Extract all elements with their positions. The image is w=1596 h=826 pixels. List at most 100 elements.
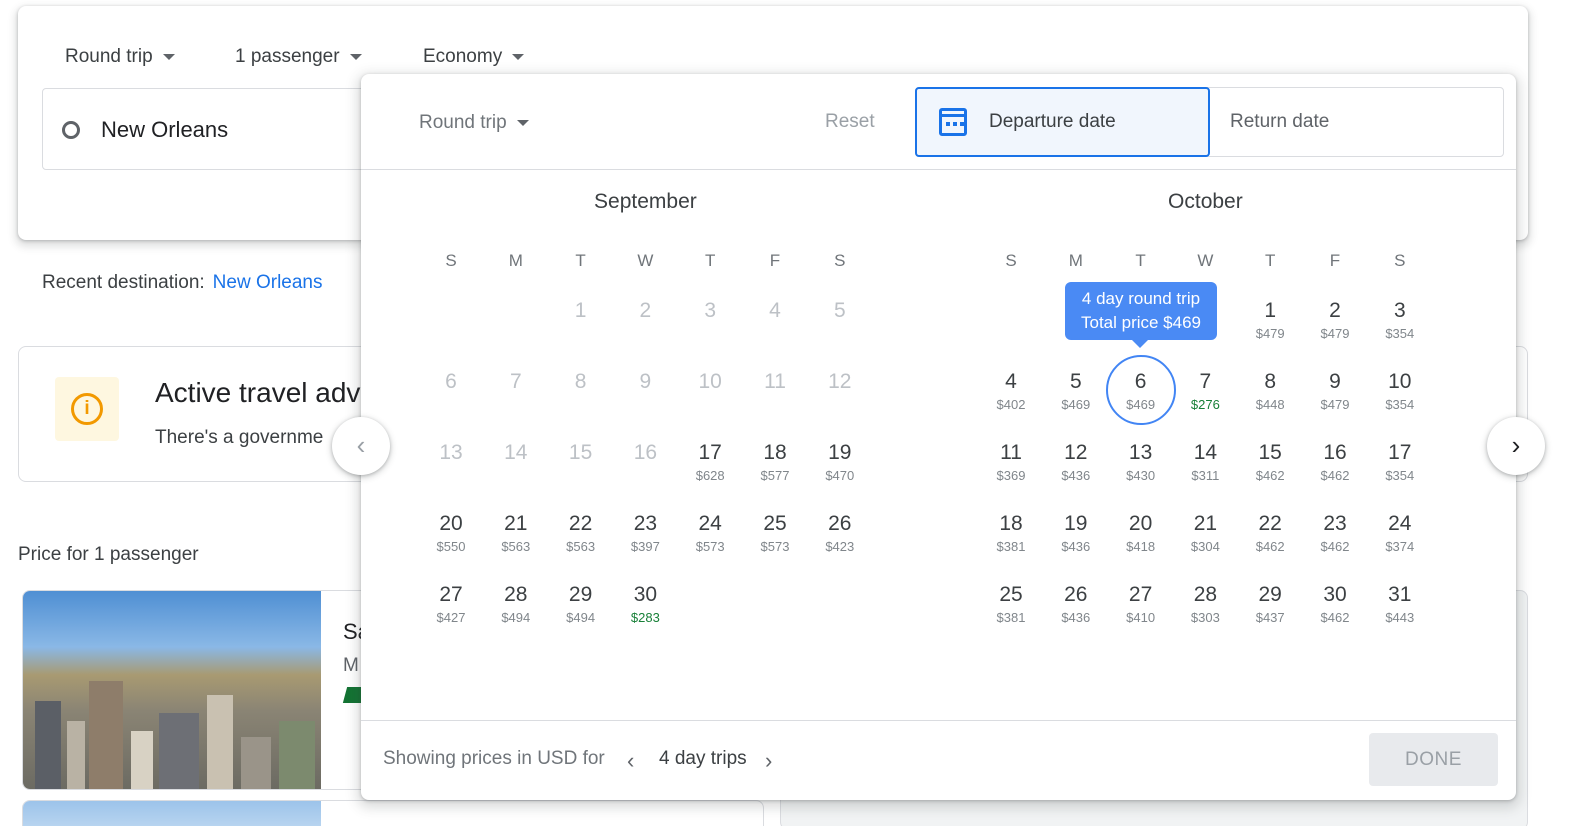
calendar-day[interactable]: 22 $563 xyxy=(548,512,614,554)
calendar-day[interactable]: 26 $436 xyxy=(1043,583,1109,625)
info-icon: i xyxy=(71,393,103,425)
calendar-day[interactable]: 30 $462 xyxy=(1302,583,1368,625)
price-tooltip: 4 day round trip Total price $469 xyxy=(1065,282,1217,348)
destination-card-2[interactable] xyxy=(22,800,764,826)
departure-date-field[interactable]: Departure date xyxy=(915,87,1210,157)
calendar-day[interactable]: 10 $354 xyxy=(1367,370,1433,412)
calendar-day[interactable]: 24 $573 xyxy=(677,512,743,554)
day-price: $374 xyxy=(1385,539,1415,554)
day-number: 10 xyxy=(1388,370,1412,393)
calendar-day: 15 xyxy=(548,441,614,465)
passengers-dropdown[interactable]: 1 passenger xyxy=(235,46,362,68)
day-number: 20 xyxy=(1128,512,1153,535)
calendar-day[interactable]: 21 $304 xyxy=(1172,512,1238,554)
calendar-day[interactable]: 20 $550 xyxy=(418,512,484,554)
day-price: $462 xyxy=(1320,539,1350,554)
calendar-day[interactable]: 27 $427 xyxy=(418,583,484,625)
day-number: 30 xyxy=(633,583,658,606)
calendar-day[interactable]: 29 $494 xyxy=(548,583,614,625)
calendar-day[interactable]: 2 $479 xyxy=(1302,299,1368,341)
day-number: 24 xyxy=(698,512,722,535)
calendar-day[interactable]: 28 $303 xyxy=(1172,583,1238,625)
calendar-day[interactable]: 27 $410 xyxy=(1108,583,1174,625)
day-price: $430 xyxy=(1126,468,1156,483)
calendar-day[interactable]: 1 $479 xyxy=(1237,299,1303,341)
weekday-label: T xyxy=(575,251,586,270)
calendar-day[interactable]: 15 $462 xyxy=(1237,441,1303,483)
day-price: $550 xyxy=(436,539,466,554)
calendar-day[interactable]: 5 $469 xyxy=(1043,370,1109,412)
calendar-day[interactable]: 11 $369 xyxy=(978,441,1044,483)
selected-day-ring xyxy=(1105,355,1176,425)
calendar-day[interactable]: 29 $437 xyxy=(1237,583,1303,625)
day-price: $462 xyxy=(1255,468,1285,483)
day-number: 14 xyxy=(504,441,528,464)
day-number: 23 xyxy=(633,512,658,535)
day-price: $423 xyxy=(825,539,855,554)
destination-image-2 xyxy=(23,801,321,826)
trip-type-dropdown[interactable]: Round trip xyxy=(65,46,175,68)
calendar-day[interactable]: 9 $479 xyxy=(1302,370,1368,412)
day-number: 19 xyxy=(1064,512,1088,535)
day-number: 21 xyxy=(504,512,528,535)
day-price: $448 xyxy=(1255,397,1285,412)
recent-destination-link[interactable]: New Orleans xyxy=(213,272,323,293)
calendar-day[interactable]: 3 $354 xyxy=(1367,299,1433,341)
calendar-day[interactable]: 18 $577 xyxy=(742,441,808,483)
calendar-day[interactable]: 24 $374 xyxy=(1367,512,1433,554)
calendar-day[interactable]: 20 $418 xyxy=(1108,512,1174,554)
weekday-label: F xyxy=(1329,251,1341,270)
day-price: $462 xyxy=(1255,539,1285,554)
day-price: $397 xyxy=(630,539,660,554)
calendar-day[interactable]: 22 $462 xyxy=(1237,512,1303,554)
calendar-day[interactable]: 21 $563 xyxy=(483,512,549,554)
day-price: $469 xyxy=(1061,397,1091,412)
advisory-icon-box: i xyxy=(55,377,119,441)
calendar-day[interactable]: 7 $276 xyxy=(1172,370,1238,412)
day-number: 15 xyxy=(1258,441,1282,464)
recent-destination: Recent destination: New Orleans xyxy=(42,272,323,294)
calendar-day[interactable]: 25 $381 xyxy=(978,583,1044,625)
day-number: 12 xyxy=(1064,441,1088,464)
calendar-day[interactable]: 19 $470 xyxy=(807,441,873,483)
calendar-day[interactable]: 18 $381 xyxy=(978,512,1044,554)
calendar-day[interactable]: 30 $283 xyxy=(612,583,678,625)
calendar-day[interactable]: 23 $462 xyxy=(1302,512,1368,554)
calendar-day[interactable]: 14 $311 xyxy=(1172,441,1238,483)
day-number: 13 xyxy=(1128,441,1153,464)
calendar-day[interactable]: 26 $423 xyxy=(807,512,873,554)
calendar-day[interactable]: 12 $436 xyxy=(1043,441,1109,483)
calendar-day[interactable]: 25 $573 xyxy=(742,512,808,554)
day-number: 4 xyxy=(1005,370,1017,393)
calendar-day[interactable]: 28 $494 xyxy=(483,583,549,625)
calendar-day[interactable]: 17 $628 xyxy=(677,441,743,483)
calendar-day[interactable]: 8 $448 xyxy=(1237,370,1303,412)
return-date-field[interactable]: Return date xyxy=(1230,111,1329,133)
dialog-trip-type-dropdown[interactable]: Round trip xyxy=(419,112,529,134)
calendar-day[interactable]: 13 $430 xyxy=(1108,441,1174,483)
trip-length-decrease-icon[interactable]: ‹ xyxy=(627,748,634,774)
day-number: 9 xyxy=(1329,370,1341,393)
chevron-right-icon[interactable]: › xyxy=(1487,417,1545,475)
calendar-day[interactable]: 31 $443 xyxy=(1367,583,1433,625)
day-number: 5 xyxy=(833,299,846,322)
done-button[interactable]: DONE xyxy=(1369,733,1498,786)
calendar-day[interactable]: 19 $436 xyxy=(1043,512,1109,554)
origin-input[interactable]: New Orleans xyxy=(42,88,402,170)
day-number: 26 xyxy=(828,512,852,535)
calendar-day[interactable]: 4 $402 xyxy=(978,370,1044,412)
day-number: 22 xyxy=(1258,512,1282,535)
caret-down-icon xyxy=(349,54,362,60)
trip-length-increase-icon[interactable]: › xyxy=(765,748,772,774)
calendar-day[interactable]: 23 $397 xyxy=(612,512,678,554)
passengers-label: 1 passenger xyxy=(235,46,340,67)
cabin-class-dropdown[interactable]: Economy xyxy=(423,46,525,68)
calendar-day[interactable]: 17 $354 xyxy=(1367,441,1433,483)
calendar-day[interactable]: 16 $462 xyxy=(1302,441,1368,483)
day-number: 10 xyxy=(698,370,722,393)
chevron-left-icon[interactable]: ‹ xyxy=(332,417,390,475)
weekday-label: S xyxy=(1394,251,1406,270)
calendar-day: 1 xyxy=(548,299,614,323)
reset-button[interactable]: Reset xyxy=(825,111,875,133)
calendar-day: 8 xyxy=(548,370,614,394)
